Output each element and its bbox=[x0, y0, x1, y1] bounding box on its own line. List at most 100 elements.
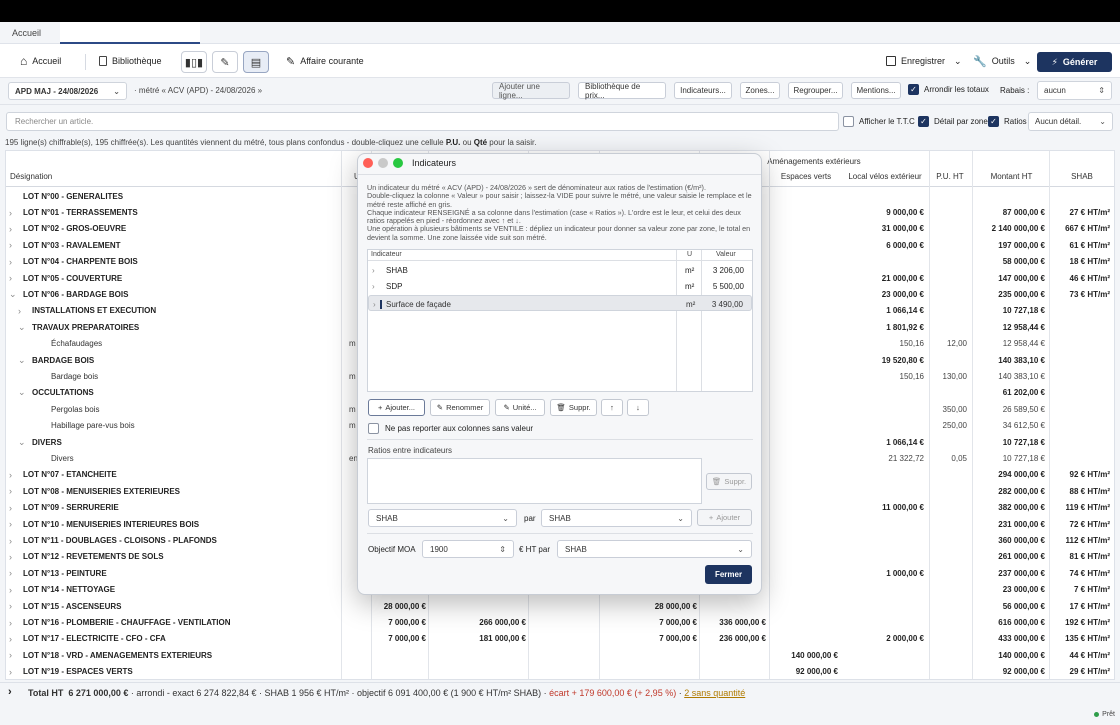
ratio-denominator-select[interactable]: SHAB ⌄ bbox=[541, 509, 692, 527]
cell-mt[interactable]: 61 202,00 € bbox=[1003, 388, 1045, 397]
cell-mt[interactable]: 92 000,00 € bbox=[1003, 667, 1045, 676]
cell-sh[interactable]: 192 € HT/m² bbox=[1065, 618, 1110, 627]
cell-pu[interactable]: 130,00 bbox=[943, 372, 967, 381]
cell-mt[interactable]: 261 000,00 € bbox=[998, 552, 1045, 561]
cell-mt[interactable]: 433 000,00 € bbox=[998, 634, 1045, 643]
cell-lv[interactable]: 9 000,00 € bbox=[886, 208, 924, 217]
cell-sh[interactable]: 18 € HT/m² bbox=[1070, 257, 1110, 266]
indicator-unit[interactable]: m² bbox=[685, 266, 694, 275]
expand-chevron-icon[interactable]: › bbox=[9, 618, 12, 628]
cell-mt[interactable]: 282 000,00 € bbox=[998, 487, 1045, 496]
outils-button[interactable]: 🔧 Outils ⌄ bbox=[973, 44, 1031, 78]
row-unit[interactable]: m bbox=[349, 339, 356, 348]
regrouper-button[interactable]: Regrouper... bbox=[788, 82, 843, 99]
cell-lv[interactable]: 2 000,00 € bbox=[886, 634, 924, 643]
cell-sh[interactable]: 7 € HT/m² bbox=[1074, 585, 1110, 594]
mentions-button[interactable]: Mentions... bbox=[851, 82, 901, 99]
expand-chevron-icon[interactable]: › bbox=[9, 486, 12, 496]
cell-mt[interactable]: 235 000,00 € bbox=[998, 290, 1045, 299]
accueil-button[interactable]: ⌂ Accueil bbox=[20, 44, 61, 78]
cell-sh[interactable]: 119 € HT/m² bbox=[1066, 503, 1110, 512]
col-designation[interactable]: Désignation bbox=[10, 172, 52, 181]
fermer-button[interactable]: Fermer bbox=[705, 565, 752, 584]
expand-chevron-icon[interactable]: › bbox=[372, 282, 375, 291]
cell-c2[interactable]: 181 000,00 € bbox=[479, 634, 526, 643]
bibliotheque-button[interactable]: Bibliothèque bbox=[99, 44, 162, 78]
ajouter-ligne-button[interactable]: Ajouter une ligne... bbox=[492, 82, 570, 100]
enregistrer-button[interactable]: Enregistrer ⌄ bbox=[886, 44, 962, 78]
indicator-value[interactable]: 5 500,00 bbox=[713, 282, 744, 291]
indicator-row[interactable]: › Surface de façade m² 3 490,00 bbox=[368, 294, 752, 311]
cell-lv[interactable]: 19 520,80 € bbox=[882, 356, 924, 365]
cell-lv[interactable]: 1 066,14 € bbox=[886, 306, 924, 315]
expand-chevron-icon[interactable]: › bbox=[9, 667, 12, 677]
expand-chevron-icon[interactable]: › bbox=[372, 266, 375, 275]
cell-sh[interactable]: 88 € HT/m² bbox=[1070, 487, 1110, 496]
cell-mt[interactable]: 616 000,00 € bbox=[998, 618, 1045, 627]
cell-c1[interactable]: 28 000,00 € bbox=[384, 602, 426, 611]
expand-chevron-icon[interactable]: › bbox=[9, 536, 12, 546]
cell-lv[interactable]: 11 000,00 € bbox=[882, 503, 924, 512]
cell-c4[interactable]: 336 000,00 € bbox=[719, 618, 766, 627]
row-unit[interactable]: m bbox=[349, 405, 356, 414]
expand-chevron-icon[interactable]: › bbox=[373, 300, 376, 309]
checkbox-icon[interactable] bbox=[843, 116, 854, 127]
cell-c4[interactable]: 236 000,00 € bbox=[719, 634, 766, 643]
cell-lv[interactable]: 1 801,92 € bbox=[886, 323, 924, 332]
cell-mt[interactable]: 237 000,00 € bbox=[998, 569, 1045, 578]
cell-sh[interactable]: 61 € HT/m² bbox=[1070, 241, 1110, 250]
cell-sh[interactable]: 81 € HT/m² bbox=[1070, 552, 1110, 561]
checkbox-checked-icon[interactable]: ✓ bbox=[908, 84, 919, 95]
tab-accueil[interactable]: Accueil bbox=[12, 28, 41, 38]
arrondir-toggle[interactable]: ✓ Arrondir les totaux bbox=[908, 84, 989, 95]
ajouter-indicateur-button[interactable]: + Ajouter... bbox=[368, 399, 425, 416]
indicator-row[interactable]: › SDP m² 5 500,00 bbox=[368, 278, 752, 294]
col-montant-ht[interactable]: Montant HT bbox=[974, 172, 1049, 181]
cell-mt[interactable]: 87 000,00 € bbox=[1003, 208, 1045, 217]
cell-c1[interactable]: 7 000,00 € bbox=[388, 618, 426, 627]
indicator-unit[interactable]: m² bbox=[686, 300, 695, 309]
table-row[interactable]: › LOT N°17 - ELECTRICITE - CFO - CFA 7 000… bbox=[6, 631, 1114, 647]
cell-mt[interactable]: 140 383,10 € bbox=[998, 356, 1045, 365]
expand-chevron-icon[interactable]: › bbox=[9, 224, 12, 234]
cell-ev[interactable]: 140 000,00 € bbox=[791, 651, 838, 660]
ajouter-ratio-button[interactable]: + Ajouter bbox=[697, 509, 752, 526]
cell-sh[interactable]: 29 € HT/m² bbox=[1070, 667, 1110, 676]
col-pu-ht[interactable]: P.U. HT bbox=[930, 172, 970, 181]
row-unit[interactable]: m bbox=[349, 421, 356, 430]
cell-pu[interactable]: 350,00 bbox=[943, 405, 967, 414]
cell-mt[interactable]: 360 000,00 € bbox=[998, 536, 1045, 545]
afficher-ttc-toggle[interactable]: Afficher le T.T.C bbox=[843, 116, 915, 127]
cell-mt[interactable]: 23 000,00 € bbox=[1003, 585, 1045, 594]
collapse-chevron-icon[interactable]: ⌄ bbox=[18, 387, 26, 398]
move-down-button[interactable]: ↓ bbox=[627, 399, 649, 416]
cell-lv[interactable]: 1 000,00 € bbox=[886, 569, 924, 578]
cell-mt[interactable]: 197 000,00 € bbox=[998, 241, 1045, 250]
stepper-icon[interactable]: ⇕ bbox=[499, 545, 506, 554]
checkbox-icon[interactable] bbox=[368, 423, 379, 434]
cell-mt[interactable]: 10 727,18 € bbox=[1003, 438, 1045, 447]
table-row[interactable]: › LOT N°15 - ASCENSEURS 28 000,00 € 28 000,… bbox=[6, 598, 1114, 614]
ne-pas-reporter-toggle[interactable]: Ne pas reporter aux colonnes sans valeur bbox=[368, 423, 533, 434]
detail-level-select[interactable]: Aucun détail. ⌄ bbox=[1028, 112, 1113, 131]
cell-mt[interactable]: 10 727,18 € bbox=[1003, 454, 1045, 463]
cell-mt[interactable]: 58 000,00 € bbox=[1003, 257, 1045, 266]
cell-mt[interactable]: 34 612,50 € bbox=[1003, 421, 1045, 430]
renommer-button[interactable]: ✎ Renommer bbox=[430, 399, 490, 416]
expand-chevron-icon[interactable]: › bbox=[9, 568, 12, 578]
document-view-button[interactable]: ▤ bbox=[243, 51, 269, 73]
expand-chevron-icon[interactable]: › bbox=[9, 519, 12, 529]
cell-sh[interactable]: 27 € HT/m² bbox=[1070, 208, 1110, 217]
bibliotheque-prix-button[interactable]: Bibliothèque de prix... bbox=[578, 82, 666, 100]
cell-lv[interactable]: 1 066,14 € bbox=[886, 438, 924, 447]
cell-sh[interactable]: 72 € HT/m² bbox=[1070, 520, 1110, 529]
cell-c2[interactable]: 266 000,00 € bbox=[479, 618, 526, 627]
expand-total-icon[interactable]: › bbox=[8, 686, 12, 698]
detail-zone-toggle[interactable]: ✓ Détail par zone bbox=[918, 116, 988, 127]
objectif-denominator-select[interactable]: SHAB ⌄ bbox=[557, 540, 752, 558]
cell-sh[interactable]: 112 € HT/m² bbox=[1066, 536, 1110, 545]
cell-ev[interactable]: 92 000,00 € bbox=[796, 667, 838, 676]
stepper-icon[interactable]: ⇕ bbox=[1098, 86, 1105, 95]
col-shab[interactable]: SHAB bbox=[1051, 172, 1113, 181]
cell-sh[interactable]: 17 € HT/m² bbox=[1070, 602, 1110, 611]
